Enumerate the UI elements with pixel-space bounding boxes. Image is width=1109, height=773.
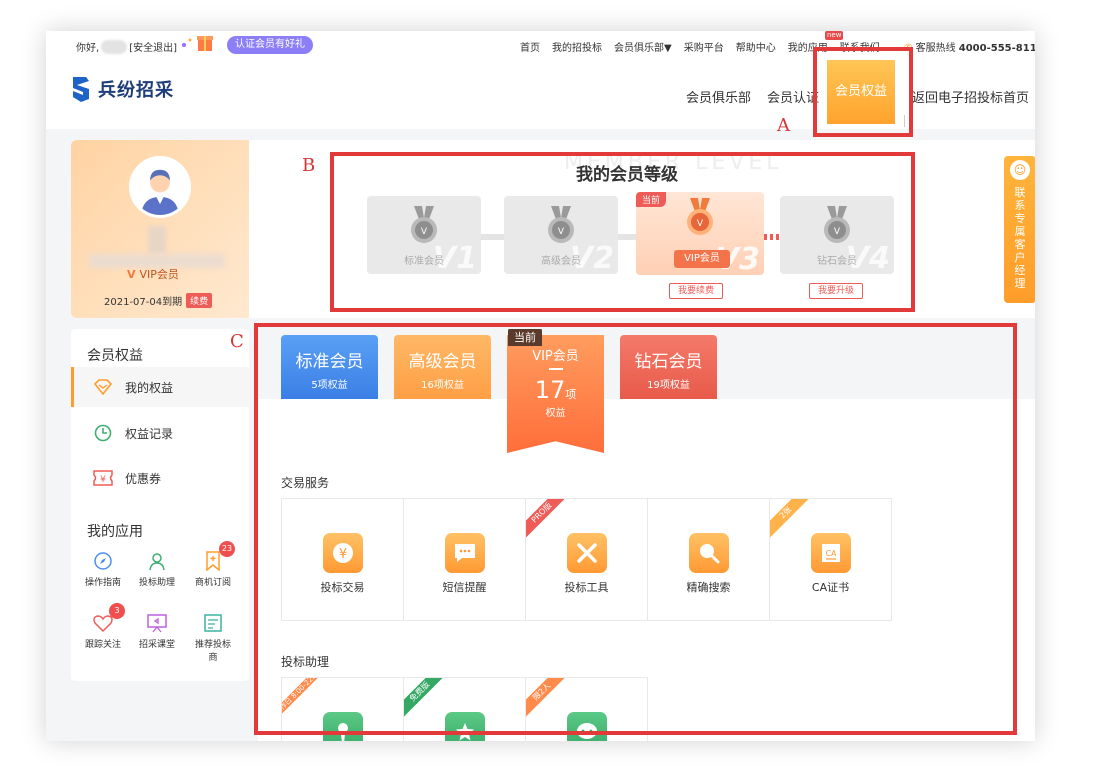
app-bid-assistant[interactable]: 投标助理 — [135, 551, 179, 588]
profile-card: V VIP会员 2021-07-04到期 续费 — [71, 140, 249, 318]
top-nav-club-dropdown[interactable]: 会员俱乐部▼ — [614, 39, 672, 54]
greeting: 你好, [安全退出] — [76, 39, 177, 54]
hotline: ✆ 客服热线 4000-555-811 — [904, 43, 1035, 54]
hotline-number: 4000-555-811 — [958, 43, 1035, 54]
vip-v-icon: V — [127, 267, 136, 281]
app-track-follow[interactable]: 3 跟踪关注 — [81, 603, 125, 650]
contact-manager-tab[interactable]: ☺ 联系专属客户经理 — [1004, 156, 1035, 303]
annotation-label-c: C — [230, 331, 244, 352]
new-badge: new — [825, 31, 844, 40]
clock-icon — [93, 423, 113, 443]
diamond-icon — [93, 377, 113, 397]
gift-icon — [182, 36, 213, 51]
annotation-box-a — [813, 47, 913, 137]
app-procurement-classroom[interactable]: 招采课堂 — [135, 613, 179, 650]
top-nav-help[interactable]: 帮助中心 — [736, 39, 776, 54]
browser-viewport: 你好, [安全退出] 认证会员有好礼 首页 我的招投标 会员俱乐部▼ 采购平台 … — [46, 31, 1035, 741]
classroom-icon — [147, 613, 167, 633]
sidebar-item-coupons[interactable]: ¥ 优惠券 — [71, 458, 249, 498]
avatar — [129, 156, 191, 218]
annotation-box-c — [254, 323, 1017, 735]
recommend-icon — [203, 613, 223, 633]
current-tier-tag: 当前 — [508, 329, 542, 346]
sidebar-benefits-heading: 会员权益 — [87, 348, 143, 364]
avatar-person-icon — [132, 159, 188, 215]
logo-mark-icon — [73, 77, 89, 102]
renew-button[interactable]: 续费 — [186, 293, 213, 308]
contact-manager-label: 联系专属客户经理 — [1014, 186, 1026, 290]
nav-member-club[interactable]: 会员俱乐部 — [686, 87, 751, 106]
top-nav-my-bids[interactable]: 我的招投标 — [552, 39, 602, 54]
annotation-label-a: A — [777, 115, 790, 136]
top-nav-home[interactable]: 首页 — [520, 39, 540, 54]
blurred-username — [101, 39, 128, 54]
heart-icon: 3 — [93, 603, 125, 633]
compass-icon — [93, 551, 113, 571]
bookmark-icon: 23 — [203, 541, 235, 572]
logo-text: 兵纷招采 — [98, 80, 174, 101]
app-opportunity-subscription[interactable]: 23 商机订阅 — [191, 541, 235, 588]
membership-expiry: 2021-07-04到期 续费 — [104, 293, 213, 308]
levels-title: 我的会员等级 — [576, 165, 678, 185]
logout-link[interactable]: [安全退出] — [129, 39, 177, 54]
sidebar-item-benefit-records[interactable]: 权益记录 — [71, 413, 249, 453]
annotation-label-b: B — [302, 155, 316, 176]
headset-icon: ☺ — [1010, 160, 1030, 180]
assistant-icon — [147, 551, 167, 571]
top-nav-procurement[interactable]: 采购平台 — [684, 39, 724, 54]
subscription-count-badge: 23 — [219, 541, 235, 557]
sidebar: 会员权益 我的权益 权益记录 ¥ 优惠券 我的应用 操作指南 投标助理 23 商… — [71, 329, 249, 681]
app-operation-guide[interactable]: 操作指南 — [81, 551, 125, 588]
blurred-name — [148, 226, 166, 254]
follow-count-badge: 3 — [109, 603, 125, 619]
sidebar-item-my-benefits[interactable]: 我的权益 — [71, 367, 249, 407]
certification-promo-button[interactable]: 认证会员有好礼 — [227, 36, 313, 54]
site-logo[interactable]: 兵纷招采 — [70, 75, 174, 103]
sidebar-apps-heading: 我的应用 — [87, 524, 143, 540]
nav-return-home[interactable]: 返回电子招投标首页 — [912, 87, 1029, 106]
nav-member-certification[interactable]: 会员认证 — [767, 87, 819, 106]
coupon-icon: ¥ — [93, 468, 113, 488]
app-recommended-bidders[interactable]: 推荐投标商 — [191, 613, 235, 663]
vip-level-label: V VIP会员 — [127, 267, 179, 282]
svg-text:¥: ¥ — [100, 475, 106, 485]
